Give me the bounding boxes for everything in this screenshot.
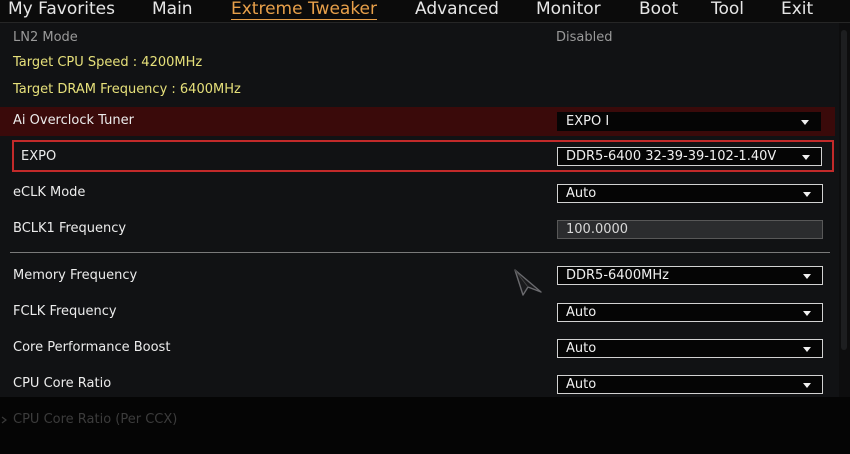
- expo-value: DDR5-6400 32-39-39-102-1.40V: [566, 149, 777, 164]
- tab-exit[interactable]: Exit: [781, 0, 813, 19]
- cpu-core-ratio-value: Auto: [566, 377, 597, 392]
- memory-frequency-value: DDR5-6400MHz: [566, 268, 669, 283]
- tab-boot[interactable]: Boot: [639, 0, 678, 19]
- expo-dropdown[interactable]: DDR5-6400 32-39-39-102-1.40V: [557, 147, 822, 166]
- eclk-mode-label: eCLK Mode: [13, 185, 86, 200]
- eclk-mode-dropdown[interactable]: Auto: [557, 184, 823, 203]
- expo-label: EXPO: [21, 149, 57, 164]
- ai-overclock-tuner-dropdown[interactable]: EXPO I: [557, 112, 821, 131]
- fclk-frequency-dropdown[interactable]: Auto: [557, 303, 823, 322]
- bios-window: My Favorites Main Extreme Tweaker Advanc…: [0, 0, 850, 454]
- bclk1-frequency-input[interactable]: 100.0000: [557, 220, 823, 239]
- caret-down-icon: [803, 311, 811, 316]
- tab-tool[interactable]: Tool: [711, 0, 744, 19]
- section-divider: [10, 252, 830, 253]
- cpu-core-ratio-label: CPU Core Ratio: [13, 376, 112, 391]
- target-cpu-speed: Target CPU Speed : 4200MHz: [13, 55, 203, 70]
- top-navigation: My Favorites Main Extreme Tweaker Advanc…: [0, 0, 850, 22]
- scrollbar-thumb[interactable]: [841, 30, 847, 350]
- fclk-frequency-label: FCLK Frequency: [13, 304, 117, 319]
- eclk-mode-value: Auto: [566, 186, 597, 201]
- core-performance-boost-value: Auto: [566, 341, 597, 356]
- core-performance-boost-label: Core Performance Boost: [13, 340, 171, 355]
- memory-frequency-dropdown[interactable]: DDR5-6400MHz: [557, 266, 823, 285]
- caret-down-icon: [803, 274, 811, 279]
- caret-down-icon: [803, 192, 811, 197]
- memory-frequency-label: Memory Frequency: [13, 268, 138, 283]
- caret-down-icon: [801, 120, 809, 125]
- ai-overclock-tuner-label: Ai Overclock Tuner: [13, 113, 134, 128]
- bclk1-frequency-label: BCLK1 Frequency: [13, 221, 127, 236]
- tab-monitor[interactable]: Monitor: [536, 0, 601, 19]
- core-performance-boost-dropdown[interactable]: Auto: [557, 339, 823, 358]
- ln2-mode-label: LN2 Mode: [13, 30, 78, 45]
- chevron-right-icon: [1, 416, 7, 424]
- cpu-core-ratio-dropdown[interactable]: Auto: [557, 375, 823, 394]
- fclk-frequency-value: Auto: [566, 305, 597, 320]
- tab-extreme-tweaker[interactable]: Extreme Tweaker: [231, 0, 378, 20]
- caret-down-icon: [803, 347, 811, 352]
- caret-down-icon: [803, 383, 811, 388]
- target-dram-frequency: Target DRAM Frequency : 6400MHz: [13, 82, 241, 97]
- ln2-mode-value: Disabled: [556, 30, 613, 45]
- cpu-core-ratio-per-ccx-item[interactable]: CPU Core Ratio (Per CCX): [13, 412, 177, 428]
- tab-advanced[interactable]: Advanced: [415, 0, 499, 19]
- mouse-pointer-icon: [514, 269, 542, 296]
- caret-down-icon: [802, 155, 810, 160]
- tab-main[interactable]: Main: [152, 0, 193, 19]
- ai-overclock-tuner-value: EXPO I: [566, 114, 610, 129]
- tab-my-favorites[interactable]: My Favorites: [8, 0, 115, 19]
